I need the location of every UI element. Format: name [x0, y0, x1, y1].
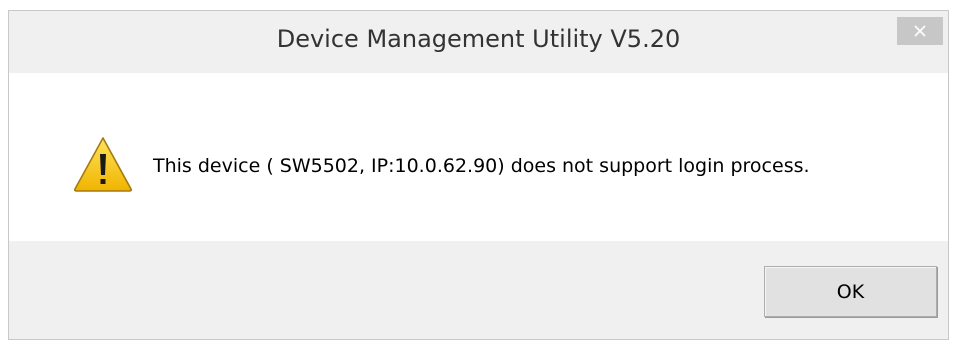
message-text: This device ( SW5502, IP:10.0.62.90) doe… [153, 155, 810, 177]
window-title: Device Management Utility V5.20 [276, 25, 681, 53]
warning-icon [73, 137, 133, 192]
close-icon [914, 25, 926, 37]
message-dialog: Device Management Utility V5.20 This dev… [8, 10, 949, 340]
title-bar[interactable]: Device Management Utility V5.20 [9, 11, 948, 73]
message-area: This device ( SW5502, IP:10.0.62.90) doe… [9, 73, 948, 241]
close-button[interactable] [897, 17, 943, 45]
button-bar: OK [9, 241, 948, 339]
ok-button[interactable]: OK [764, 266, 937, 317]
